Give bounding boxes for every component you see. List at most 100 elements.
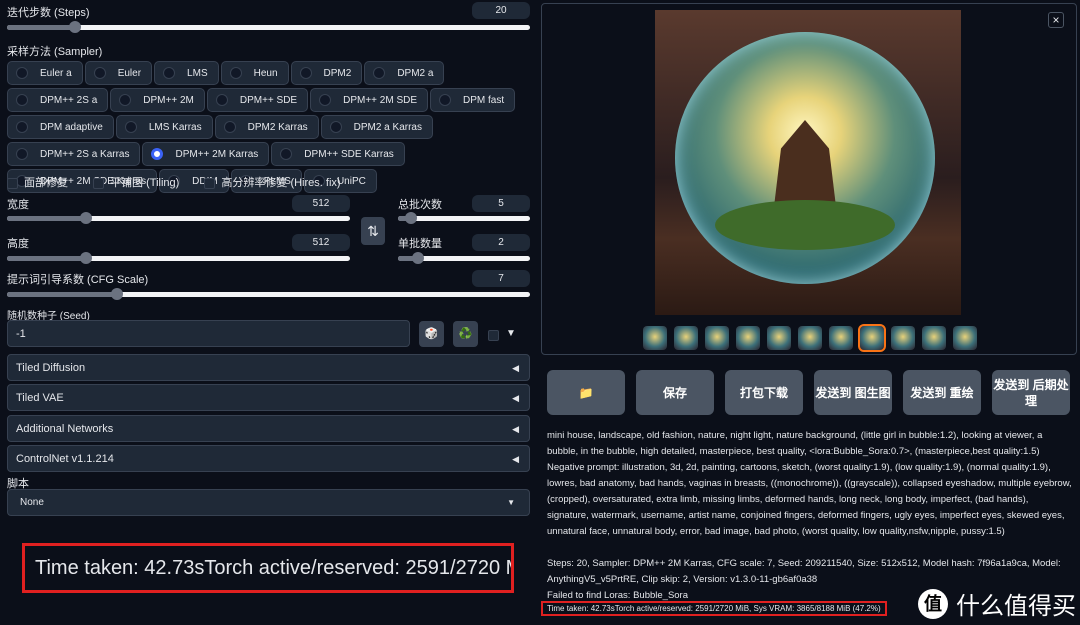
thumbnail[interactable] [705,326,729,350]
radio-icon [299,67,312,79]
radio-icon [223,121,236,133]
extra-seed-toggle-icon[interactable]: ▼ [506,328,516,339]
steps-label: 迭代步数 (Steps) [7,7,90,19]
negative-prompt-text: Negative prompt: illustration, 3d, 2d, p… [547,462,1072,537]
sampler-option[interactable]: DPM++ 2M Karras [142,142,270,166]
sampler-option[interactable]: DPM2 a Karras [320,115,433,139]
params-text: Steps: 20, Sampler: DPM++ 2M Karras, CFG… [547,558,1061,585]
batch-size-slider[interactable] [398,252,530,264]
accordion-tiled-diffusion[interactable]: Tiled Diffusion ◀ [7,354,530,381]
batch-size-input[interactable]: 2 [472,234,530,251]
thumbnail[interactable] [829,326,853,350]
height-input[interactable]: 512 [292,234,350,251]
reuse-seed-button[interactable]: ♻️ [453,321,478,347]
accordion-tiled-vae[interactable]: Tiled VAE ◀ [7,384,530,411]
sampler-option-label: DPM adaptive [40,121,103,133]
chevron-down-icon: ▼ [507,498,515,507]
swap-dimensions-button[interactable]: ⇅ [361,217,385,245]
cfg-slider[interactable] [7,288,530,300]
steps-slider[interactable] [7,21,530,33]
batch-count-input[interactable]: 5 [472,195,530,212]
close-icon[interactable]: × [1048,12,1064,28]
sampler-option[interactable]: Euler [84,61,153,85]
sampler-option[interactable]: DPM++ SDE Karras [271,142,405,166]
radio-icon [93,67,106,79]
sampler-option[interactable]: DPM++ 2M [110,88,205,112]
sampler-option[interactable]: DPM++ 2M SDE [310,88,429,112]
batch-count-slider[interactable] [398,212,530,224]
sampler-option[interactable]: DPM++ 2S a [7,88,109,112]
send-to-extras-button[interactable]: 发送到 后期处理 [992,370,1070,415]
sampler-option-label: DPM fast [463,94,505,106]
save-button[interactable]: 保存 [636,370,714,415]
accordion-controlnet[interactable]: ControlNet v1.1.214 ◀ [7,445,530,472]
send-to-inpaint-button[interactable]: 发送到 重绘 [903,370,981,415]
open-folder-button[interactable]: 📁 [547,370,625,415]
radio-icon [16,121,28,133]
thumbnail[interactable] [953,326,977,350]
sampler-option[interactable]: DPM++ 2S a Karras [7,142,141,166]
thumbnail[interactable] [798,326,822,350]
sampler-option-label: Euler [117,67,142,79]
extra-seed-checkbox[interactable] [488,330,499,341]
thumbnail[interactable] [767,326,791,350]
thumbnail[interactable] [643,326,667,350]
thumbnail[interactable] [674,326,698,350]
height-slider[interactable] [7,252,350,264]
island-artwork [715,200,895,250]
thumbnail[interactable] [858,324,886,352]
send-to-img2img-button[interactable]: 发送到 图生图 [814,370,892,415]
zip-download-button[interactable]: 打包下载 [725,370,803,415]
accordion-additional-networks[interactable]: Additional Networks ◀ [7,415,530,442]
radio-icon [16,67,28,79]
watermark: 值 什么值得买 [918,586,1076,621]
sampler-option-label: DPM++ 2M Karras [175,148,259,160]
steps-input[interactable]: 20 [472,2,530,19]
width-slider[interactable] [7,212,350,224]
sampler-option-label: DPM++ 2S a Karras [40,148,130,160]
sampler-option-label: LMS [187,67,208,79]
sampler-option[interactable]: DPM adaptive [7,115,114,139]
generation-info: mini house, landscape, old fashion, natu… [547,428,1072,604]
radio-icon [16,94,28,106]
face-restore-checkbox[interactable]: 面部修复 [7,177,68,189]
hires-fix-checkbox[interactable]: 高分辨率修复 (Hires. fix) [204,177,341,189]
thumbnail[interactable] [736,326,760,350]
width-input[interactable]: 512 [292,195,350,212]
sampler-option[interactable]: Heun [220,61,289,85]
radio-icon [16,148,28,160]
random-seed-button[interactable]: 🎲 [419,321,444,347]
sampler-option-label: DPM++ 2M SDE [343,94,418,106]
sampler-option[interactable]: DPM fast [430,88,516,112]
sampler-option[interactable]: DPM++ SDE [206,88,309,112]
time-taken-text: Time taken: 42.73sTorch active/reserved:… [541,601,887,616]
radio-icon [119,94,132,106]
tiling-checkbox[interactable]: 平铺图 (Tiling) [93,177,179,189]
watermark-logo: 值 [918,588,948,619]
radio-icon [373,67,386,79]
watermark-text: 什么值得买 [956,593,1076,620]
thumbnail[interactable] [891,326,915,350]
sampler-option[interactable]: DPM2 a [364,61,445,85]
radio-icon [124,121,137,133]
sampler-option[interactable]: DPM2 Karras [214,115,319,139]
radio-icon [319,94,332,106]
prompt-text: mini house, landscape, old fashion, natu… [547,430,1043,457]
collapse-icon: ◀ [512,363,519,373]
sampler-option[interactable]: Euler a [7,61,83,85]
sampler-option-label: DPM2 [323,67,352,79]
sampler-option[interactable]: DPM2 [290,61,363,85]
sampler-option[interactable]: LMS Karras [115,115,213,139]
batch-count-label: 总批次数 [398,199,442,211]
seed-input[interactable]: -1 [7,320,410,347]
script-select[interactable]: None ▼ [7,489,530,516]
radio-icon [329,121,342,133]
sampler-option[interactable]: LMS [154,61,219,85]
radio-icon [229,67,242,79]
radio-icon [215,94,228,106]
sampler-option-label: Heun [253,67,278,79]
sampler-option-label: Euler a [40,67,72,79]
cfg-input[interactable]: 7 [472,270,530,287]
thumbnail[interactable] [922,326,946,350]
generated-image[interactable] [655,10,961,315]
